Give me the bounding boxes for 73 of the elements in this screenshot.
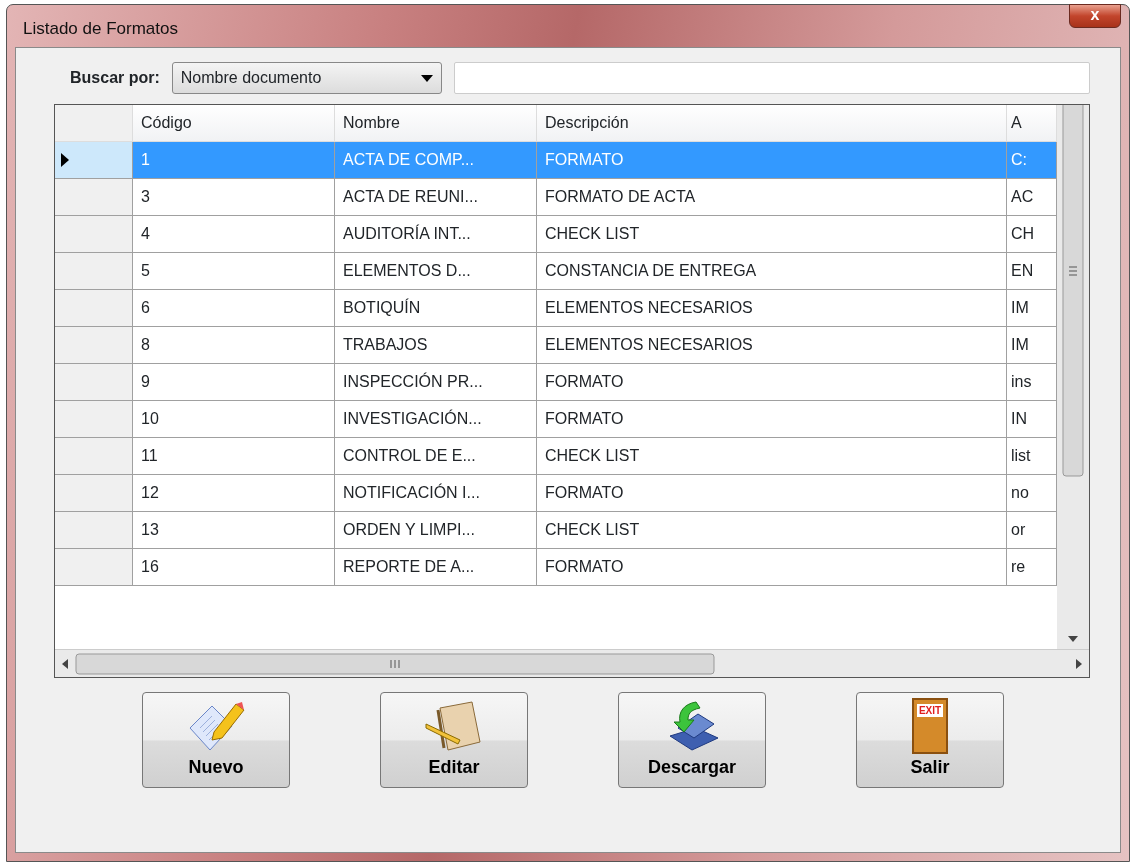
table-cell: 13 bbox=[133, 512, 335, 549]
table-cell: 10 bbox=[133, 401, 335, 438]
scroll-down-icon[interactable] bbox=[1067, 635, 1079, 643]
window-title: Listado de Formatos bbox=[22, 18, 178, 41]
table-row[interactable]: 12 NOTIFICACIÓN I... FORMATO no bbox=[55, 475, 1057, 512]
table-cell: FORMATO bbox=[537, 364, 1007, 401]
table-cell: ELEMENTOS NECESARIOS bbox=[537, 327, 1007, 364]
table-cell: REPORTE DE A... bbox=[335, 549, 537, 586]
search-by-dropdown[interactable]: Nombre documento bbox=[171, 62, 442, 94]
search-field[interactable] bbox=[453, 62, 1090, 94]
table-cell: 11 bbox=[133, 438, 335, 475]
dropdown-value: Nombre documento bbox=[180, 68, 322, 88]
table-row[interactable]: 16 REPORTE DE A... FORMATO re bbox=[55, 549, 1057, 586]
table-cell: FORMATO bbox=[537, 475, 1007, 512]
table-row[interactable]: 5 ELEMENTOS D... CONSTANCIA DE ENTREGA EN bbox=[55, 253, 1057, 290]
table-cell: ACTA DE REUNI... bbox=[335, 179, 537, 216]
table-row[interactable]: 10 INVESTIGACIÓN... FORMATO IN bbox=[55, 401, 1057, 438]
table-cell: 1 bbox=[133, 142, 335, 179]
table-cell: 9 bbox=[133, 364, 335, 401]
vertical-scrollbar[interactable] bbox=[1057, 105, 1089, 649]
table-cell: 4 bbox=[133, 216, 335, 253]
scroll-left-icon[interactable] bbox=[61, 657, 69, 670]
column-header[interactable]: A bbox=[1007, 105, 1057, 142]
horizontal-scrollbar[interactable] bbox=[55, 649, 1089, 677]
table-cell: TRABAJOS bbox=[335, 327, 537, 364]
table-cell: NOTIFICACIÓN I... bbox=[335, 475, 537, 512]
table-cell: ELEMENTOS D... bbox=[335, 253, 537, 290]
column-header[interactable]: Código bbox=[133, 105, 335, 142]
table-cell: 6 bbox=[133, 290, 335, 327]
table-cell: FORMATO bbox=[537, 401, 1007, 438]
table-cell: FORMATO bbox=[537, 142, 1007, 179]
close-button[interactable]: x bbox=[1069, 4, 1121, 28]
table-cell: CONTROL DE E... bbox=[335, 438, 537, 475]
table-row[interactable]: 6 BOTIQUÍN ELEMENTOS NECESARIOS IM bbox=[55, 290, 1057, 327]
table-cell: CONSTANCIA DE ENTREGA bbox=[537, 253, 1007, 290]
table-cell: CHECK LIST bbox=[537, 438, 1007, 475]
download-button[interactable]: Descargar bbox=[618, 692, 766, 788]
table-cell: 8 bbox=[133, 327, 335, 364]
table-cell: 3 bbox=[133, 179, 335, 216]
table-cell: ELEMENTOS NECESARIOS bbox=[537, 290, 1007, 327]
exit-button[interactable]: EXIT Salir bbox=[856, 692, 1004, 788]
table-cell: INSPECCIÓN PR... bbox=[335, 364, 537, 401]
column-header[interactable]: Nombre bbox=[335, 105, 537, 142]
column-header[interactable]: Descripción bbox=[537, 105, 1007, 142]
table-row[interactable]: 4 AUDITORÍA INT... CHECK LIST CH bbox=[55, 216, 1057, 253]
table-cell: CHECK LIST bbox=[537, 512, 1007, 549]
table-row[interactable]: 11 CONTROL DE E... CHECK LIST list bbox=[55, 438, 1057, 475]
scrollbar-thumb[interactable] bbox=[75, 652, 715, 675]
table-cell: FORMATO bbox=[537, 549, 1007, 586]
edit-button[interactable]: Editar bbox=[380, 692, 528, 788]
search-label: Buscar por: bbox=[70, 68, 160, 88]
dropdown-arrow-icon bbox=[420, 74, 433, 82]
table-cell: INVESTIGACIÓN... bbox=[335, 401, 537, 438]
current-row-icon bbox=[61, 153, 69, 167]
table-cell: 12 bbox=[133, 475, 335, 512]
table-cell: CHECK LIST bbox=[537, 216, 1007, 253]
table-cell: BOTIQUÍN bbox=[335, 290, 537, 327]
table-cell: 5 bbox=[133, 253, 335, 290]
table-cell: 16 bbox=[133, 549, 335, 586]
table-cell: FORMATO DE ACTA bbox=[537, 179, 1007, 216]
table-cell: ORDEN Y LIMPI... bbox=[335, 512, 537, 549]
exit-sign: EXIT bbox=[916, 704, 944, 717]
table-cell: C: bbox=[1007, 142, 1057, 179]
table-row[interactable]: 8 TRABAJOS ELEMENTOS NECESARIOS IM bbox=[55, 327, 1057, 364]
notebook-pencil-icon bbox=[424, 698, 484, 754]
table-cell: ACTA DE COMP... bbox=[335, 142, 537, 179]
scroll-right-icon[interactable] bbox=[1075, 657, 1083, 670]
table-row[interactable]: 9 INSPECCIÓN PR... FORMATO ins bbox=[55, 364, 1057, 401]
new-button[interactable]: Nuevo bbox=[142, 692, 290, 788]
table-row[interactable]: 13 ORDEN Y LIMPI... CHECK LIST or bbox=[55, 512, 1057, 549]
scrollbar-thumb[interactable] bbox=[1062, 105, 1084, 477]
table-cell: AUDITORÍA INT... bbox=[335, 216, 537, 253]
table-row[interactable]: 3 ACTA DE REUNI... FORMATO DE ACTA AC bbox=[55, 179, 1057, 216]
